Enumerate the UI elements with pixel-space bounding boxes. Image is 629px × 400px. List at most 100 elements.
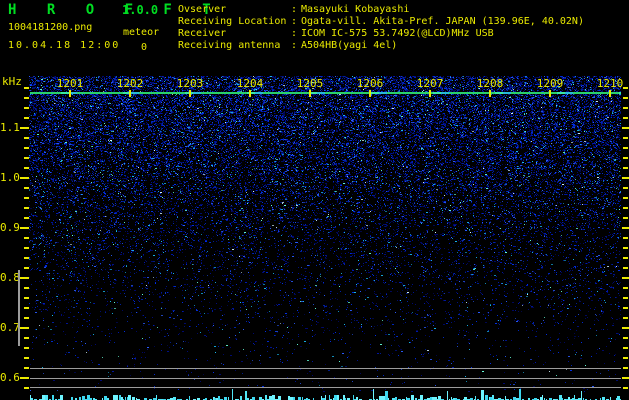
info-label: Receiving antenna [178,40,281,51]
freq-minor-tick-right [623,387,628,389]
freq-axis-unit: kHz [2,75,22,88]
info-row-3: Receiving antenna: A504HB(yagi 4el) [178,40,397,52]
freq-minor-tick-left [24,217,29,219]
time-tick-1210 [609,90,611,97]
time-label-1210: 1210 [596,77,624,90]
time-label-1202: 1202 [116,77,144,90]
freq-minor-tick-left [24,107,29,109]
freq-major-tick-right-1.0 [622,177,629,179]
freq-minor-tick-left [24,247,29,249]
freq-minor-tick-left [24,87,29,89]
freq-minor-tick-left [24,317,29,319]
info-row-1: Receiving Location: Ogata-vill. Akita-Pre… [178,16,584,28]
time-tick-1205 [309,90,311,97]
freq-minor-tick-right [623,217,628,219]
freq-major-tick-left-0.9 [20,227,29,229]
freq-minor-tick-right [623,207,628,209]
freq-minor-tick-left [24,267,29,269]
freq-minor-tick-left [24,187,29,189]
observation-datetime: 10.04.18 12:00 [8,40,121,51]
freq-label-0.6: 0.6 [0,371,20,384]
info-value: A504HB(yagi 4el) [301,40,398,51]
freq-minor-tick-right [623,257,628,259]
freq-major-tick-left-1.1 [20,127,29,129]
info-separator: : [291,16,298,27]
freq-minor-tick-right [623,97,628,99]
time-tick-1203 [189,90,191,97]
freq-minor-tick-right [623,237,628,239]
freq-minor-tick-right [623,337,628,339]
meteor-counter-value: 0 [141,42,148,53]
info-label: Receiving Location [178,16,287,27]
freq-minor-tick-right [623,187,628,189]
time-label-1208: 1208 [476,77,504,90]
info-label: Ovserver [178,4,227,15]
time-tick-1208 [489,90,491,97]
freq-minor-tick-right [623,107,628,109]
freq-minor-tick-left [24,307,29,309]
freq-minor-tick-left [24,297,29,299]
freq-label-0.7: 0.7 [0,321,20,334]
time-label-1203: 1203 [176,77,204,90]
time-label-1205: 1205 [296,77,324,90]
freq-minor-tick-right [623,147,628,149]
level-scale-bar [18,270,20,346]
output-filename: 1004181200.png [8,22,93,33]
time-label-1204: 1204 [236,77,264,90]
freq-major-tick-left-1.0 [20,177,29,179]
info-separator: : [291,28,298,39]
freq-minor-tick-left [24,117,29,119]
freq-minor-tick-left [24,337,29,339]
time-label-1206: 1206 [356,77,384,90]
time-tick-1206 [369,90,371,97]
info-row-2: Receiver: ICOM IC-575 53.7492(@LCD)MHz US… [178,28,494,40]
freq-minor-tick-right [623,87,628,89]
noise-level-bars-canvas [30,386,621,400]
freq-minor-tick-left [24,157,29,159]
freq-minor-tick-left [24,137,29,139]
freq-minor-tick-right [623,347,628,349]
freq-minor-tick-right [623,267,628,269]
freq-label-1.1: 1.1 [0,121,20,134]
time-tick-1204 [249,90,251,97]
freq-major-tick-right-1.1 [622,127,629,129]
info-value: ICOM IC-575 53.7492(@LCD)MHz USB [301,28,494,39]
time-label-1207: 1207 [416,77,444,90]
meteor-counter-label: meteor [123,27,160,38]
level-gridline-2 [30,378,621,379]
freq-major-tick-right-0.9 [622,227,629,229]
freq-label-1.0: 1.0 [0,171,20,184]
freq-minor-tick-right [623,357,628,359]
freq-minor-tick-right [623,287,628,289]
info-label: Receiver [178,28,227,39]
freq-minor-tick-left [24,97,29,99]
freq-minor-tick-left [24,207,29,209]
info-separator: : [291,4,298,15]
freq-minor-tick-right [623,197,628,199]
time-tick-1202 [129,90,131,97]
time-tick-1207 [429,90,431,97]
freq-minor-tick-left [24,387,29,389]
freq-minor-tick-right [623,367,628,369]
freq-label-0.9: 0.9 [0,221,20,234]
freq-minor-tick-right [623,117,628,119]
freq-minor-tick-left [24,237,29,239]
freq-major-tick-left-0.7 [20,327,29,329]
freq-minor-tick-right [623,307,628,309]
freq-minor-tick-left [24,367,29,369]
sweep-line [30,92,621,94]
freq-minor-tick-left [24,147,29,149]
hrofft-screenshot: H R O F F T 1.0.0 1004181200.png meteor … [0,0,629,400]
freq-minor-tick-right [623,297,628,299]
time-label-1201: 1201 [56,77,84,90]
freq-major-tick-right-0.8 [622,277,629,279]
freq-minor-tick-left [24,347,29,349]
freq-label-0.8: 0.8 [0,271,20,284]
time-tick-1201 [69,90,71,97]
freq-minor-tick-right [623,167,628,169]
spectrogram-canvas [29,76,621,392]
freq-minor-tick-left [24,357,29,359]
info-value: Ogata-vill. Akita-Pref. JAPAN (139.96E, … [301,16,584,27]
freq-major-tick-left-0.8 [20,277,29,279]
freq-minor-tick-right [623,157,628,159]
